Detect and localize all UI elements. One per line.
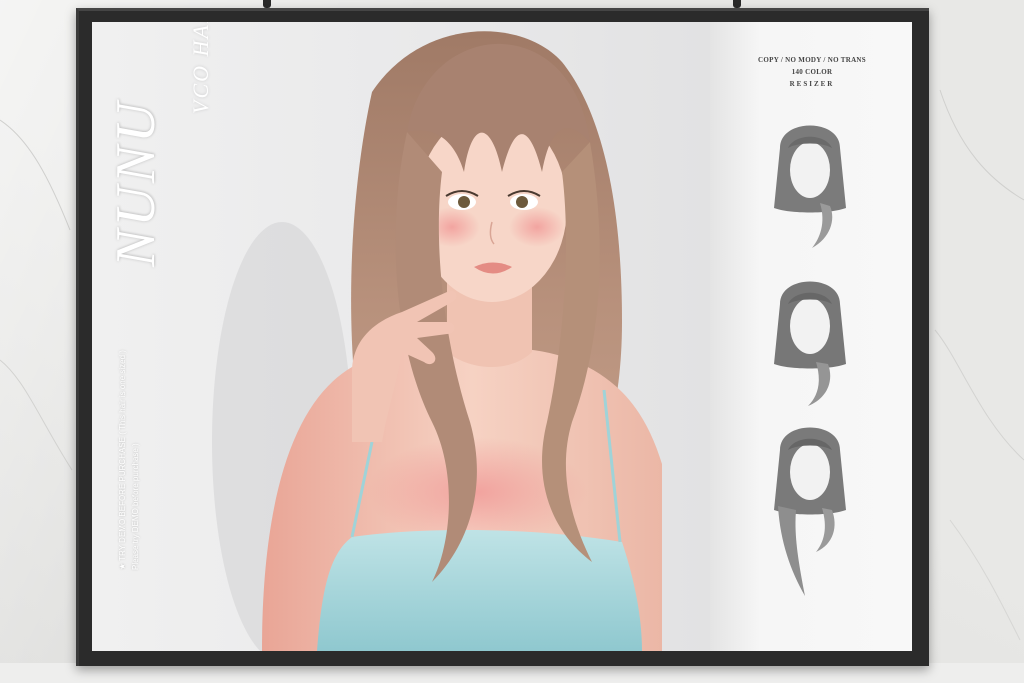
hair-style-swatch-long <box>760 410 860 596</box>
brand-logo: NUNU <box>105 27 167 267</box>
permissions-info: COPY / NO MODY / NO TRANS 140 COLOR RESI… <box>742 54 882 90</box>
demo-notice-line-1: ★ TRY DEMO BEFORE PURCHASE ( This hair i… <box>118 350 127 570</box>
product-name: VCO HAIR <box>188 22 213 114</box>
permissions-line: COPY / NO MODY / NO TRANS <box>758 56 866 64</box>
poster: NUNU VCO HAIR ★ TRY DEMO BEFORE PURCHASE… <box>92 22 912 651</box>
hanging-hook <box>733 0 741 8</box>
demo-notice: ★ TRY DEMO BEFORE PURCHASE ( This hair i… <box>116 290 142 570</box>
hanging-hook <box>263 0 271 8</box>
color-count: 140 COLOR <box>791 68 833 76</box>
wall-baseboard <box>0 663 1024 683</box>
model-figure <box>202 22 662 651</box>
demo-notice-line-2: Please try DEMO before purchase ) <box>131 443 140 570</box>
hair-style-swatch-short <box>760 108 860 258</box>
brand-name: NUNU <box>105 99 167 267</box>
resizer-label: RESIZER <box>789 80 835 88</box>
hair-style-swatch-medium <box>760 264 860 414</box>
